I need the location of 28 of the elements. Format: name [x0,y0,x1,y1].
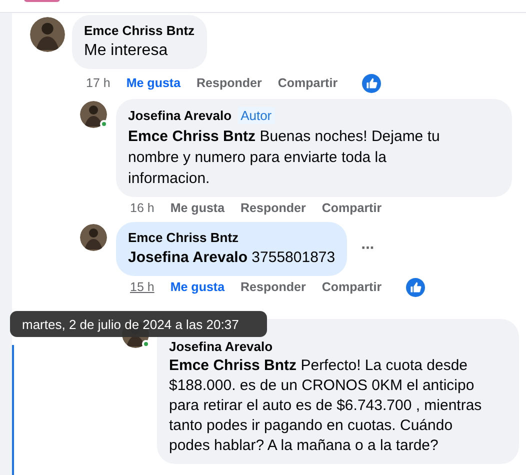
like-icon[interactable] [362,74,381,92]
action-link[interactable]: Me gusta [170,280,225,294]
author-label: Autor [238,107,275,124]
action-link[interactable]: Responder [240,201,306,215]
action-link[interactable]: Compartir [322,201,382,215]
comment-text: Emce Chriss Bntz Buenas noches! Dejame tu nombre y numero para enviarte toda la informacion. [128,127,441,189]
author-name[interactable]: Emce Chriss Bntz [128,230,239,245]
timestamp-link[interactable]: 16 h [130,201,154,215]
timestamp-link[interactable]: 17 h [86,76,110,90]
like-icon[interactable] [406,278,425,296]
comment-text: Emce Chriss Bntz Perfecto! La cuota desde $188.000. es de un CRONOS 0KM el anticipo para retirar el auto es de $6.743.700 , mientras tanto podes ir pagando en cuotas. Cuándo podes hablar? A la mañana o a la tarde? [169,356,483,456]
action-link[interactable]: Me gusta [170,201,225,215]
timestamp-link[interactable]: 15 h [130,280,154,294]
author-name[interactable]: Josefina Arevalo [128,108,232,123]
author-name[interactable]: Emce Chriss Bntz [84,23,195,38]
action-link[interactable]: Compartir [322,280,382,294]
comment-text: Me interesa [84,41,169,61]
action-link[interactable]: Compartir [278,76,338,90]
action-link[interactable]: Responder [240,280,306,294]
comment-text: Josefina Arevalo 3755801873 [128,248,336,268]
action-link[interactable]: Me gusta [126,76,181,90]
avatar[interactable] [80,224,107,251]
avatar[interactable] [80,101,107,128]
avatar[interactable] [30,17,65,52]
author-name[interactable]: Josefina Arevalo [169,339,273,354]
tooltip: martes, 2 de julio de 2024 a las 20:37 [10,311,267,337]
action-link[interactable]: Responder [196,76,262,90]
more-button[interactable]: ··· [361,240,374,258]
